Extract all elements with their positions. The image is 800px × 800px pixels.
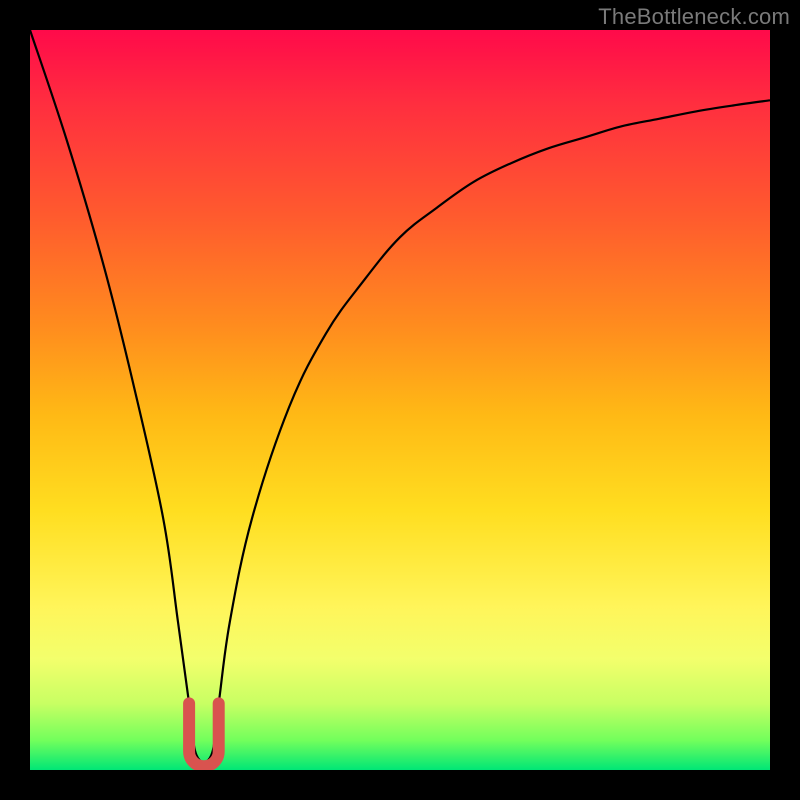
- plot-area: [30, 30, 770, 770]
- optimal-u-marker: [189, 703, 219, 766]
- watermark-text: TheBottleneck.com: [598, 4, 790, 30]
- bottleneck-curve-path: [30, 30, 770, 762]
- chart-frame: TheBottleneck.com: [0, 0, 800, 800]
- chart-svg: [30, 30, 770, 770]
